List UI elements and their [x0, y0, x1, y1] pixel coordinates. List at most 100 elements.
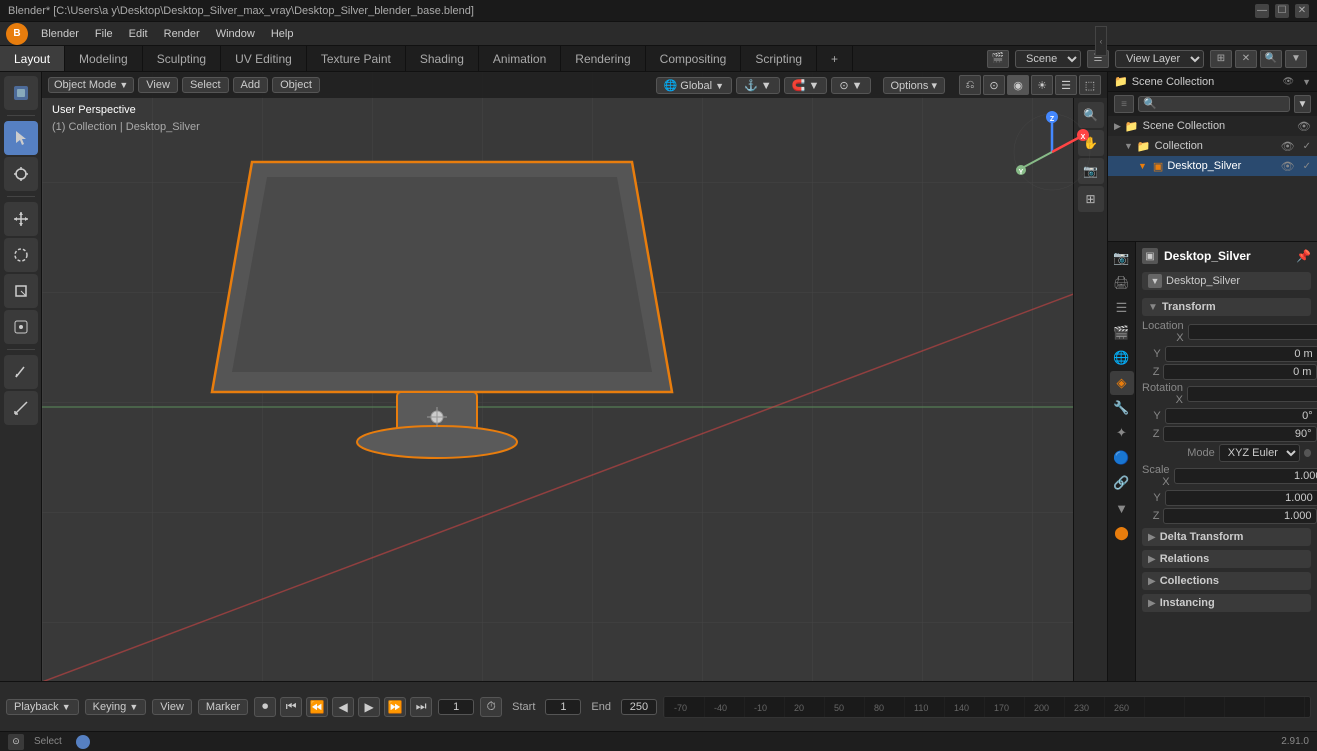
outliner-filter-eye[interactable]: 👁 — [1283, 76, 1294, 87]
playback-menu[interactable]: Playback ▼ — [6, 699, 79, 715]
tab-compositing[interactable]: Compositing — [646, 46, 742, 71]
measure-tool[interactable] — [4, 391, 38, 425]
scene-collection-eye[interactable]: 👁 — [1297, 120, 1311, 133]
filter-icon[interactable]: ▼ — [1285, 50, 1307, 68]
object-eye[interactable]: 👁 — [1281, 160, 1295, 173]
collections-header[interactable]: ▶ Collections — [1142, 572, 1311, 590]
menu-file[interactable]: File — [88, 26, 120, 42]
viewport-overlays-btn[interactable]: ☰ — [1055, 75, 1077, 95]
move-tool[interactable] — [4, 202, 38, 236]
particles-props-icon[interactable]: ✦ — [1110, 421, 1134, 445]
pin-icon[interactable]: 📌 — [1296, 249, 1311, 263]
location-x-input[interactable] — [1188, 324, 1317, 340]
rotation-mode-select[interactable]: XYZ Euler — [1219, 444, 1300, 462]
location-y-input[interactable] — [1165, 346, 1317, 362]
rotation-y-input[interactable] — [1165, 408, 1317, 424]
collection-check[interactable]: ✓ — [1303, 141, 1311, 152]
instancing-header[interactable]: ▶ Instancing — [1142, 594, 1311, 612]
maximize-button[interactable]: ☐ — [1275, 4, 1289, 18]
menu-blender[interactable]: Blender — [34, 26, 86, 42]
search-icon[interactable]: 🔍 — [1260, 50, 1282, 68]
rotation-x-input[interactable] — [1187, 386, 1317, 402]
prev-frame-btn[interactable]: ◀ — [332, 697, 354, 717]
workspace-icon1[interactable]: ⊞ — [1210, 50, 1232, 68]
keying-menu[interactable]: Keying ▼ — [85, 699, 147, 715]
tab-layout[interactable]: Layout — [0, 46, 65, 71]
menu-edit[interactable]: Edit — [122, 26, 155, 42]
delta-transform-header[interactable]: ▶ Delta Transform — [1142, 528, 1311, 546]
annotate-tool[interactable] — [4, 355, 38, 389]
scale-x-input[interactable] — [1174, 468, 1317, 484]
rotation-z-input[interactable] — [1163, 426, 1317, 442]
scale-tool[interactable] — [4, 274, 38, 308]
data-props-icon[interactable]: ▼ — [1110, 496, 1134, 520]
render-props-icon[interactable]: 📷 — [1110, 246, 1134, 270]
end-frame-input[interactable] — [621, 699, 657, 715]
select-menu[interactable]: Select — [182, 77, 229, 93]
minimize-button[interactable]: — — [1255, 4, 1269, 18]
collection-row[interactable]: ▼ 📁 Collection 👁 ✓ — [1108, 136, 1317, 156]
scale-z-input[interactable] — [1163, 508, 1317, 524]
object-props-icon[interactable]: ◈ — [1110, 371, 1134, 395]
collection-eye[interactable]: 👁 — [1281, 140, 1295, 153]
viewport[interactable]: Object Mode ▼ View Select Add Object 🌐 G… — [42, 72, 1107, 681]
frame-picker-btn[interactable]: ⏱ — [480, 697, 502, 717]
output-props-icon[interactable]: 🖨 — [1110, 271, 1134, 295]
view-layer-selector[interactable]: View Layer — [1115, 50, 1204, 68]
tab-animation[interactable]: Animation — [479, 46, 561, 71]
scene-icon[interactable]: 🎬 — [987, 50, 1009, 68]
view-menu[interactable]: View — [138, 77, 178, 93]
outliner-filter-icon[interactable]: ▼ — [1302, 77, 1311, 87]
npanel-toggle[interactable]: ‹ — [1095, 26, 1107, 56]
constraints-props-icon[interactable]: 🔗 — [1110, 471, 1134, 495]
timeline-track[interactable]: -70 -40 -10 20 50 80 110 140 170 200 230… — [663, 696, 1311, 718]
mode-toggle[interactable] — [4, 76, 38, 110]
view-layer-props-icon[interactable]: ☰ — [1110, 296, 1134, 320]
tab-sculpting[interactable]: Sculpting — [143, 46, 221, 71]
rotate-tool[interactable] — [4, 238, 38, 272]
cursor-tool[interactable] — [4, 157, 38, 191]
tab-texture-paint[interactable]: Texture Paint — [307, 46, 406, 71]
scene-props-icon[interactable]: 🎬 — [1110, 321, 1134, 345]
scale-y-input[interactable] — [1165, 490, 1317, 506]
outliner-options-btn[interactable]: ▼ — [1294, 95, 1311, 113]
play-btn[interactable]: ▶ — [358, 697, 380, 717]
material-props-icon[interactable]: ⬤ — [1110, 521, 1134, 545]
tab-add[interactable]: + — [817, 46, 853, 71]
world-props-icon[interactable]: 🌐 — [1110, 346, 1134, 370]
select-tool[interactable] — [4, 121, 38, 155]
tab-scripting[interactable]: Scripting — [741, 46, 817, 71]
relations-header[interactable]: ▶ Relations — [1142, 550, 1311, 568]
marker-menu[interactable]: Marker — [198, 699, 248, 715]
object-mode-selector[interactable]: Object Mode ▼ — [48, 77, 134, 93]
add-menu[interactable]: Add — [233, 77, 269, 93]
snap-btn[interactable]: 🧲 ▼ — [784, 77, 828, 94]
viewport-shading-solid[interactable]: ⊙ — [983, 75, 1005, 95]
object-menu[interactable]: Object — [272, 77, 320, 93]
physics-props-icon[interactable]: 🔵 — [1110, 446, 1134, 470]
proportional-btn[interactable]: ⊙ ▼ — [831, 77, 870, 94]
start-frame-input[interactable] — [545, 699, 581, 715]
viewport-shading-wire[interactable]: ⎌ — [959, 75, 981, 95]
tab-shading[interactable]: Shading — [406, 46, 479, 71]
xray-btn[interactable]: ⬚ — [1079, 75, 1101, 95]
viewport-shading-material[interactable]: ◉ — [1007, 75, 1029, 95]
tab-rendering[interactable]: Rendering — [561, 46, 645, 71]
skip-start-btn[interactable]: ⏮ — [280, 697, 302, 717]
options-btn[interactable]: Options ▾ — [883, 77, 946, 94]
tab-modeling[interactable]: Modeling — [65, 46, 143, 71]
object-check[interactable]: ✓ — [1303, 161, 1311, 172]
skip-end-btn[interactable]: ⏭ — [410, 697, 432, 717]
menu-window[interactable]: Window — [209, 26, 262, 42]
scene-selector[interactable]: Scene — [1015, 50, 1081, 68]
outliner-filter-input[interactable] — [1114, 95, 1134, 113]
next-frame-btn[interactable]: ⏩ — [384, 697, 406, 717]
view-menu-tl[interactable]: View — [152, 699, 192, 715]
prev-keyframe-btn[interactable]: ⏪ — [306, 697, 328, 717]
close-button[interactable]: ✕ — [1295, 4, 1309, 18]
record-btn[interactable]: ⏺ — [254, 697, 276, 717]
transform-section-header[interactable]: ▼ Transform — [1142, 298, 1311, 316]
location-z-input[interactable] — [1163, 364, 1317, 380]
viewport-gizmo[interactable]: Z X Y — [1007, 107, 1097, 197]
transform-tool[interactable] — [4, 310, 38, 344]
